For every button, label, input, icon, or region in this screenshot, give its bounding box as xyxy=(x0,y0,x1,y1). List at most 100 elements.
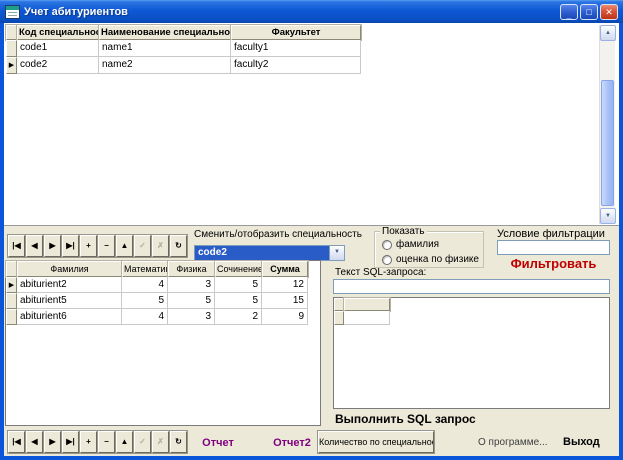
sql-result-grid[interactable] xyxy=(333,297,610,409)
indicator-header-cell xyxy=(6,261,17,277)
nav-edit-button[interactable]: ▲ xyxy=(116,235,133,257)
combobox-selected-value[interactable]: code2 xyxy=(195,246,329,260)
sql-query-label: Текст SQL-запроса: xyxy=(335,267,426,278)
radio-icon[interactable] xyxy=(382,255,392,265)
nav-edit-button[interactable]: ▲ xyxy=(116,431,133,453)
nav-prior-button[interactable]: ◀ xyxy=(26,235,43,257)
table-cell[interactable]: 3 xyxy=(168,309,215,325)
table-row[interactable] xyxy=(334,311,609,325)
filter-condition-input[interactable] xyxy=(497,240,610,255)
sql-query-input[interactable] xyxy=(333,279,610,294)
nav-cancel-button: ✗ xyxy=(152,235,169,257)
column-header: Код специальности xyxy=(17,25,99,40)
students-header-row: Фамилия Математика Физика Сочинение Сумм… xyxy=(6,261,320,277)
window-border-left xyxy=(0,0,4,460)
table-row[interactable]: abiturient6 4 3 2 9 xyxy=(6,309,320,325)
radio-surname[interactable]: фамилия xyxy=(382,239,439,250)
row-indicator-cell xyxy=(6,293,17,309)
radio-surname-label: фамилия xyxy=(396,239,439,250)
table-cell[interactable]: code1 xyxy=(17,40,99,57)
title-bar: Учет абитуриентов _ □ ✕ xyxy=(0,0,623,23)
students-grid-panel: Фамилия Математика Физика Сочинение Сумм… xyxy=(5,260,321,426)
table-row[interactable]: code1 name1 faculty1 xyxy=(6,40,361,57)
radio-physics-grade[interactable]: оценка по физике xyxy=(382,254,479,265)
column-header: Сумма xyxy=(262,261,308,277)
about-button[interactable]: О программе... xyxy=(478,437,548,448)
report-button[interactable]: Отчет xyxy=(196,437,240,449)
radio-icon[interactable] xyxy=(382,240,392,250)
table-cell[interactable]: 2 xyxy=(215,309,262,325)
nav-next-button[interactable]: ▶ xyxy=(44,431,61,453)
vertical-scrollbar[interactable]: ▲ ▼ xyxy=(599,25,615,224)
table-cell[interactable]: faculty1 xyxy=(231,40,361,57)
nav-insert-button[interactable]: + xyxy=(80,235,97,257)
table-cell[interactable]: 5 xyxy=(122,293,168,309)
table-cell[interactable]: 5 xyxy=(215,277,262,293)
count-by-specialty-button[interactable]: Количество по специальностям xyxy=(318,431,434,453)
table-cell[interactable]: abiturient6 xyxy=(17,309,122,325)
table-row[interactable]: ▶ code2 name2 faculty2 xyxy=(6,57,361,74)
table-cell[interactable]: 5 xyxy=(168,293,215,309)
row-indicator-cell xyxy=(6,40,17,57)
nav-last-button[interactable]: ▶| xyxy=(62,235,79,257)
specialties-grid[interactable]: Код специальности Наименование специальн… xyxy=(6,25,361,74)
scroll-up-icon[interactable]: ▲ xyxy=(600,25,616,41)
nav-prior-button[interactable]: ◀ xyxy=(26,431,43,453)
nav-refresh-button[interactable]: ↻ xyxy=(170,235,187,257)
nav-insert-button[interactable]: + xyxy=(80,431,97,453)
table-cell[interactable]: 9 xyxy=(262,309,308,325)
active-row-indicator-icon: ▶ xyxy=(6,277,17,293)
table-cell[interactable]: abiturient2 xyxy=(17,277,122,293)
table-cell[interactable]: 12 xyxy=(262,277,308,293)
minimize-button[interactable]: _ xyxy=(560,4,578,20)
nav-refresh-button[interactable]: ↻ xyxy=(170,431,187,453)
scrollbar-thumb[interactable] xyxy=(601,80,614,206)
table-cell[interactable]: code2 xyxy=(17,57,99,74)
maximize-button[interactable]: □ xyxy=(580,4,598,20)
nav-post-button: ✓ xyxy=(134,431,151,453)
table-cell[interactable]: 5 xyxy=(215,293,262,309)
indicator-header-cell xyxy=(334,298,344,311)
db-navigator-top: |◀ ◀ ▶ ▶| + − ▲ ✓ ✗ ↻ xyxy=(8,235,188,257)
table-cell[interactable]: 3 xyxy=(168,277,215,293)
nav-delete-button[interactable]: − xyxy=(98,235,115,257)
nav-delete-button[interactable]: − xyxy=(98,431,115,453)
table-cell[interactable] xyxy=(344,311,390,325)
filter-condition-label: Условие фильтрации xyxy=(497,228,605,240)
column-header: Физика xyxy=(168,261,215,277)
app-icon xyxy=(5,5,20,19)
radio-physics-grade-label: оценка по физике xyxy=(396,254,479,265)
chevron-down-icon[interactable]: ▼ xyxy=(329,246,344,260)
table-cell[interactable]: 4 xyxy=(122,309,168,325)
filter-button[interactable]: Фильтровать xyxy=(497,256,610,271)
active-row-indicator-icon: ▶ xyxy=(6,57,17,74)
table-cell[interactable]: 4 xyxy=(122,277,168,293)
nav-first-button[interactable]: |◀ xyxy=(8,431,25,453)
window-border-bottom xyxy=(0,456,623,460)
scroll-down-icon[interactable]: ▼ xyxy=(600,208,616,224)
table-cell[interactable]: name2 xyxy=(99,57,231,74)
exit-button[interactable]: Выход xyxy=(563,436,600,448)
specialty-combo-label: Сменить/отобразить специальность xyxy=(194,229,362,240)
nav-post-button: ✓ xyxy=(134,235,151,257)
column-header: Математика xyxy=(122,261,168,277)
table-row[interactable]: ▶ abiturient2 4 3 5 12 xyxy=(6,277,320,293)
nav-last-button[interactable]: ▶| xyxy=(62,431,79,453)
close-button[interactable]: ✕ xyxy=(600,4,618,20)
execute-sql-button[interactable]: Выполнить SQL запрос xyxy=(335,412,476,426)
table-row[interactable]: abiturient5 5 5 5 15 xyxy=(6,293,320,309)
column-header: Фамилия xyxy=(17,261,122,277)
specialty-combobox[interactable]: code2 ▼ xyxy=(194,245,345,261)
specialties-header-row: Код специальности Наименование специальн… xyxy=(6,25,361,40)
table-cell[interactable]: faculty2 xyxy=(231,57,361,74)
column-header: Факультет xyxy=(231,25,361,40)
students-grid[interactable]: Фамилия Математика Физика Сочинение Сумм… xyxy=(6,261,320,325)
specialties-grid-panel: Код специальности Наименование специальн… xyxy=(4,23,619,226)
table-cell[interactable]: abiturient5 xyxy=(17,293,122,309)
report2-button[interactable]: Отчет2 xyxy=(268,437,316,449)
nav-next-button[interactable]: ▶ xyxy=(44,235,61,257)
nav-first-button[interactable]: |◀ xyxy=(8,235,25,257)
app-window: Учет абитуриентов _ □ ✕ Код специальност… xyxy=(0,0,623,460)
table-cell[interactable]: 15 xyxy=(262,293,308,309)
table-cell[interactable]: name1 xyxy=(99,40,231,57)
